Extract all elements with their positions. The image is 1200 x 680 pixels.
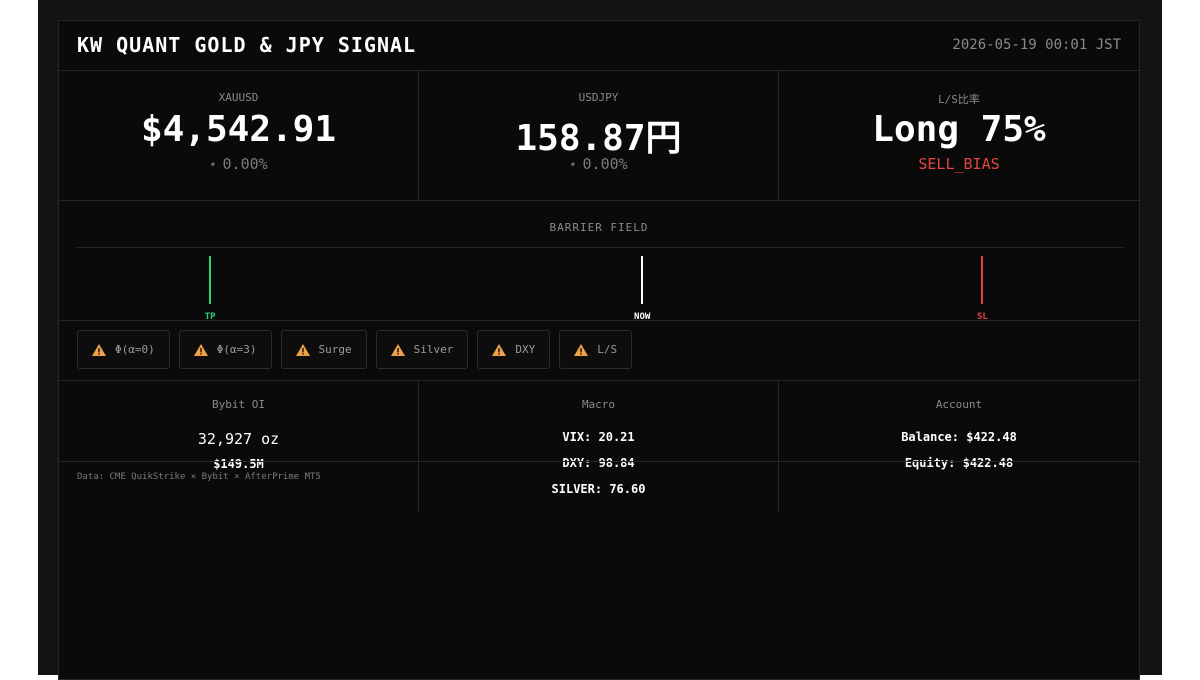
macro-card: Macro VIX: 20.21 DXY: 98.84 SILVER: 76.6…: [419, 381, 779, 513]
badge-phi-a3[interactable]: Φ(α=3): [178, 330, 272, 369]
badge-label: L/S: [597, 343, 618, 356]
marker-tick: [981, 256, 984, 304]
stat-xauusd: XAUUSD $4,542.91 • 0.00%: [59, 71, 419, 200]
stat-change-value: 0.00%: [222, 155, 268, 173]
barrier-title: BARRIER FIELD: [549, 221, 649, 234]
bybit-oi-card: Bybit OI 32,927 oz $149.5M: [59, 381, 419, 513]
stat-change: • 0.00%: [59, 155, 418, 173]
account-balance: Balance: $422.48: [901, 430, 1017, 444]
badge-dxy[interactable]: DXY: [477, 330, 551, 369]
stat-ls-ratio: L/S比率 Long 75% SELL_BIAS: [779, 71, 1139, 200]
macro-dxy: DXY: 98.84: [562, 456, 635, 470]
oi-value: $149.5M: [213, 457, 264, 471]
account-card: Account Balance: $422.48 Equity: $422.48: [779, 381, 1139, 513]
marker-tick: [209, 256, 212, 304]
barrier-divider: [77, 247, 1123, 248]
stat-change: • 0.00%: [419, 155, 778, 173]
marker-sl: SL: [962, 256, 1002, 322]
warning-icon: [193, 343, 208, 356]
badge-ls[interactable]: L/S: [559, 330, 633, 369]
timestamp: 2026-05-19 00:01 JST: [952, 37, 1121, 53]
stat-value: $4,542.91: [140, 109, 337, 150]
stat-label: USDJPY: [578, 91, 619, 104]
page-title: KW QUANT GOLD & JPY SIGNAL: [77, 33, 417, 57]
stat-label: XAUUSD: [218, 91, 259, 104]
dot-icon: •: [209, 158, 217, 172]
signal-panel: KW QUANT GOLD & JPY SIGNAL 2026-05-19 00…: [58, 20, 1140, 680]
alert-badges: Φ(α=0) Φ(α=3) Surge Silver DXY L/S: [59, 321, 1139, 381]
stats-row: XAUUSD $4,542.91 • 0.00% USDJPY 158.87円 •…: [59, 71, 1139, 201]
card-title: Macro: [581, 398, 616, 411]
info-row: Bybit OI 32,927 oz $149.5M Macro VIX: 20…: [59, 381, 1139, 513]
info-divider: [59, 461, 1139, 462]
dot-icon: •: [569, 158, 577, 172]
header: KW QUANT GOLD & JPY SIGNAL 2026-05-19 00…: [59, 21, 1139, 71]
warning-icon: [492, 343, 507, 356]
badge-surge[interactable]: Surge: [280, 330, 367, 369]
warning-icon: [574, 343, 589, 356]
marker-now: NOW: [622, 256, 662, 322]
badge-label: Silver: [413, 343, 454, 356]
warning-icon: [390, 343, 405, 356]
macro-silver: SILVER: 76.60: [551, 482, 646, 496]
macro-vix: VIX: 20.21: [562, 430, 635, 444]
badge-label: Surge: [318, 343, 352, 356]
stat-value: Long 75%: [872, 109, 1046, 150]
badge-label: DXY: [515, 343, 536, 356]
marker-tick: [641, 256, 644, 304]
badge-label: Φ(α=3): [216, 343, 257, 356]
warning-icon: [295, 343, 310, 356]
marker-tp: TP: [190, 256, 230, 322]
oi-amount: 32,927 oz: [197, 430, 280, 448]
card-title: Bybit OI: [212, 398, 265, 411]
data-source-note: Data: CME QuikStrike × Bybit × AfterPrim…: [77, 472, 321, 482]
warning-icon: [92, 343, 106, 356]
account-equity: Equity: $422.48: [904, 456, 1014, 470]
stat-value: 158.87円: [515, 118, 682, 159]
stat-change-value: 0.00%: [582, 155, 628, 173]
badge-phi-a0[interactable]: Φ(α=0): [77, 330, 170, 369]
card-title: Account: [935, 398, 983, 411]
barrier-field: BARRIER FIELD TP NOW SL: [59, 201, 1139, 322]
bias-badge: SELL_BIAS: [918, 155, 1000, 173]
badge-silver[interactable]: Silver: [375, 330, 469, 369]
stat-usdjpy: USDJPY 158.87円 • 0.00%: [419, 71, 779, 200]
badge-label: Φ(α=0): [115, 343, 155, 356]
stat-label: L/S比率: [938, 93, 980, 106]
